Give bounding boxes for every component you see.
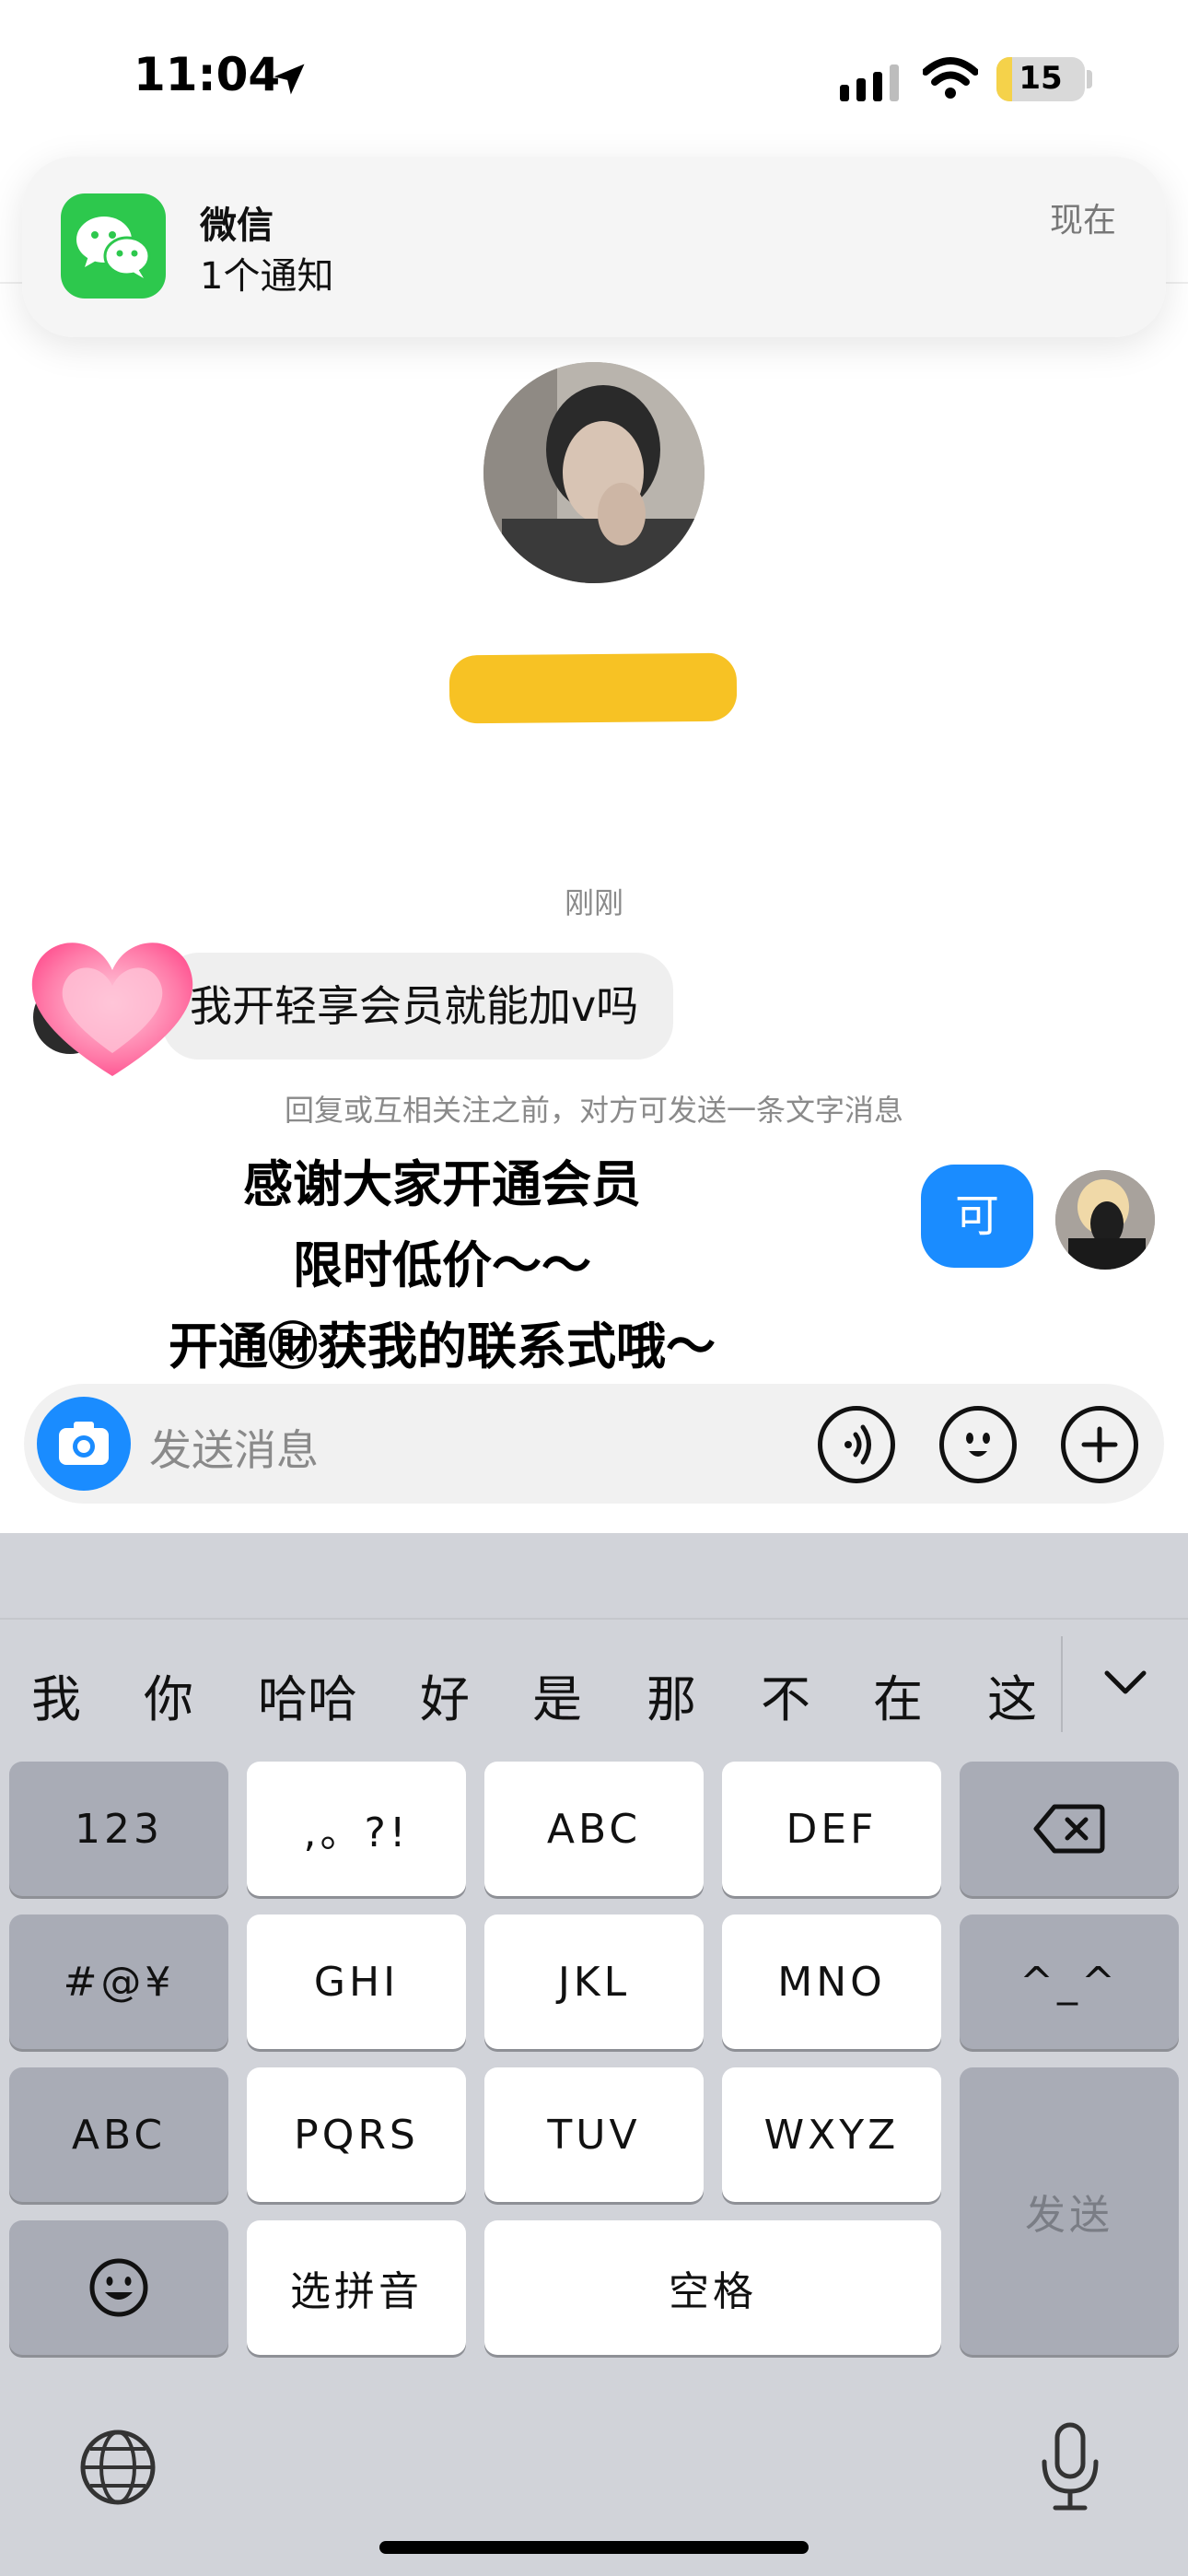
key-pqrs[interactable]: PQRS [247, 2067, 466, 2202]
candidate-word[interactable]: 是 [532, 1658, 582, 1731]
key-123[interactable]: 123 [9, 1762, 228, 1896]
key-mno[interactable]: MNO [722, 1914, 941, 2049]
emoji-key-icon [89, 2258, 148, 2317]
emoji-key[interactable] [9, 2220, 228, 2355]
keyboard-candidate-separator [0, 1618, 1188, 1620]
microphone-icon[interactable] [1035, 2421, 1105, 2513]
camera-button[interactable] [37, 1397, 131, 1491]
backspace-icon [1033, 1804, 1105, 1854]
chevron-down-icon[interactable] [1101, 1666, 1149, 1699]
globe-icon[interactable] [77, 2427, 158, 2508]
battery-icon: 15 [996, 57, 1085, 101]
candidate-word[interactable]: 在 [873, 1658, 923, 1731]
my-avatar[interactable] [1055, 1170, 1155, 1270]
send-key[interactable]: 发送 [960, 2067, 1179, 2355]
candidate-divider [1061, 1636, 1063, 1732]
candidate-word[interactable]: 那 [646, 1658, 696, 1731]
outgoing-message-bubble[interactable]: 可 [921, 1165, 1033, 1268]
location-arrow-icon [274, 64, 305, 95]
camera-icon [59, 1422, 109, 1465]
notification-app-name: 微信 [200, 205, 274, 247]
heart-sticker-icon [31, 943, 193, 1076]
promo-line-1: 感谢大家开通会员 [243, 1155, 641, 1213]
key-jkl[interactable]: JKL [484, 1914, 704, 2049]
candidate-word[interactable]: 不 [761, 1658, 810, 1731]
promo-overlay-text: 感谢大家开通会员 限时低价～～ 开通㊖获我的联系式哦～ [83, 1144, 801, 1388]
key-punctuation[interactable]: ,。?! [247, 1762, 466, 1896]
notification-time: 现在 [1049, 202, 1116, 240]
notification-banner[interactable] [22, 157, 1166, 337]
incoming-message-bubble[interactable]: 我开轻享会员就能加v吗 [162, 953, 674, 1060]
emoji-button[interactable] [939, 1406, 1017, 1483]
emoji-icon [966, 1433, 990, 1457]
candidate-word[interactable]: 我 [31, 1658, 81, 1731]
plus-button[interactable] [1061, 1406, 1138, 1483]
voice-button[interactable] [818, 1406, 895, 1483]
wifi-icon [923, 57, 978, 99]
battery-level: 15 [1019, 60, 1063, 97]
notification-message: 1个通知 [200, 255, 334, 298]
status-time: 11:04 [134, 48, 281, 101]
key-def[interactable]: DEF [722, 1762, 941, 1896]
candidate-word[interactable]: 这 [987, 1658, 1037, 1731]
promo-line-2: 限时低价～～ [293, 1236, 591, 1294]
home-indicator[interactable] [379, 2541, 809, 2554]
message-input[interactable]: 发送消息 [149, 1417, 319, 1478]
candidate-word[interactable]: 你 [144, 1658, 193, 1731]
candidate-word[interactable]: 好 [420, 1658, 470, 1731]
key-abc-switch[interactable]: ABC [9, 2067, 228, 2202]
voice-icon [844, 1424, 871, 1465]
key-abc[interactable]: ABC [484, 1762, 704, 1896]
key-tuv[interactable]: TUV [484, 2067, 704, 2202]
profile-avatar[interactable] [483, 362, 705, 583]
key-ghi[interactable]: GHI [247, 1914, 466, 2049]
key-wxyz[interactable]: WXYZ [722, 2067, 941, 2202]
key-symbols[interactable]: #@¥ [9, 1914, 228, 2049]
cellular-signal-icon [840, 64, 899, 101]
space-key[interactable]: 空格 [484, 2220, 941, 2355]
backspace-key[interactable] [960, 1762, 1179, 1896]
key-pinyin-select[interactable]: 选拼音 [247, 2220, 466, 2355]
key-kaomoji[interactable]: ^_^ [960, 1914, 1179, 2049]
reply-notice: 回复或互相关注之前，对方可发送一条文字消息 [284, 1093, 903, 1128]
promo-line-3: 开通㊖获我的联系式哦～ [169, 1317, 716, 1376]
chat-timestamp: 刚刚 [564, 885, 623, 920]
battery-cap [1087, 70, 1092, 88]
plus-icon [1081, 1426, 1118, 1463]
candidate-word[interactable]: 哈哈 [258, 1658, 357, 1731]
profile-name-redaction [448, 652, 738, 724]
wechat-icon [61, 193, 166, 299]
